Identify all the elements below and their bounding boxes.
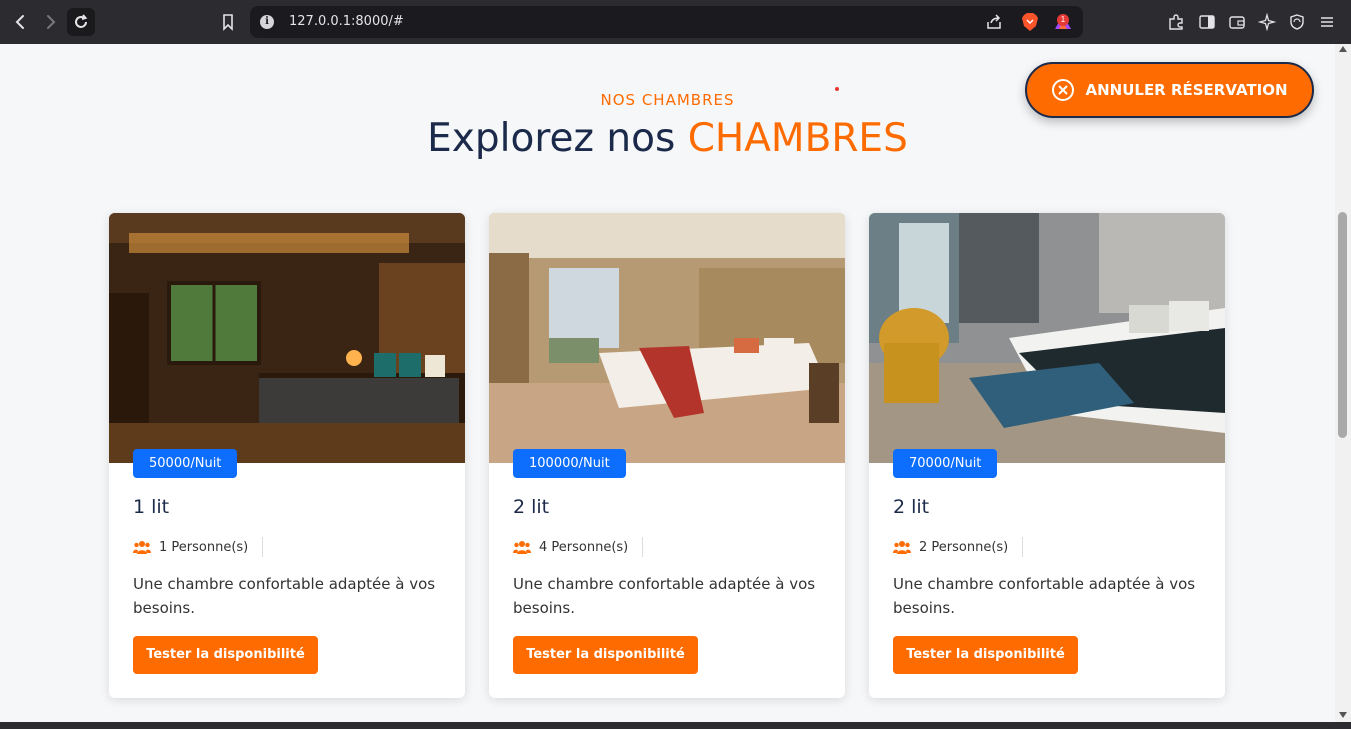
menu-icon[interactable]: [1317, 12, 1337, 32]
price-badge: 50000/Nuit: [133, 449, 238, 478]
info-icon[interactable]: i: [260, 15, 274, 29]
page-scrollbar[interactable]: [1335, 44, 1351, 722]
brave-rewards-icon[interactable]: 1: [1053, 12, 1073, 32]
title-accent: CHAMBRES: [687, 116, 908, 161]
room-description: Une chambre confortable adaptée à vos be…: [133, 575, 436, 617]
room-description: Une chambre confortable adaptée à vos be…: [893, 575, 1196, 617]
brave-shield-icon[interactable]: [1021, 12, 1039, 32]
url-text[interactable]: 127.0.0.1:8000/#: [289, 14, 404, 29]
room-image: [109, 213, 465, 463]
users-icon: [893, 541, 911, 554]
sidebar-icon[interactable]: [1197, 12, 1217, 32]
room-capacity: 2 Personne(s): [893, 537, 1024, 557]
forward-icon[interactable]: [38, 10, 62, 34]
room-image: [869, 213, 1225, 463]
notification-badge: 1: [1057, 14, 1069, 26]
check-availability-button[interactable]: Tester la disponibilité: [513, 636, 698, 674]
room-card: 50000/Nuit 1 lit 1 Personne(s) Une chamb…: [109, 213, 465, 698]
check-availability-button[interactable]: Tester la disponibilité: [133, 636, 318, 674]
room-image: [489, 213, 845, 463]
cancel-reservation-button[interactable]: ANNULER RÉSERVATION: [1025, 62, 1314, 118]
room-card: 70000/Nuit 2 lit 2 Personne(s) Une chamb…: [869, 213, 1225, 698]
browser-toolbar: i 127.0.0.1:8000/# 1: [0, 0, 1351, 44]
extensions-icon[interactable]: [1166, 12, 1186, 32]
users-icon: [133, 541, 151, 554]
leo-icon[interactable]: [1257, 12, 1277, 32]
price-badge: 100000/Nuit: [513, 449, 626, 478]
scroll-up-arrow[interactable]: [1339, 46, 1347, 52]
decorative-dot: [835, 87, 839, 91]
title-prefix: Explorez nos: [427, 116, 676, 161]
bookmark-icon[interactable]: [216, 10, 240, 34]
users-icon: [513, 541, 531, 554]
window-bottom-edge: [0, 722, 1351, 729]
price-badge: 70000/Nuit: [893, 449, 998, 478]
check-availability-button[interactable]: Tester la disponibilité: [893, 636, 1078, 674]
room-capacity: 1 Personne(s): [133, 537, 264, 557]
page-content: NOS CHAMBRES Explorez nos CHAMBRES ANNUL…: [0, 44, 1335, 722]
section-title: Explorez nos CHAMBRES: [0, 116, 1335, 161]
back-icon[interactable]: [9, 10, 33, 34]
divider: [262, 537, 264, 557]
room-beds: 1 lit: [133, 496, 170, 518]
share-icon[interactable]: [985, 13, 1003, 36]
room-beds: 2 lit: [513, 496, 550, 518]
close-circle-icon: [1052, 79, 1075, 101]
reload-icon[interactable]: [67, 8, 95, 36]
scroll-thumb[interactable]: [1338, 212, 1347, 438]
room-capacity: 4 Personne(s): [513, 537, 644, 557]
room-capacity-text: 2 Personne(s): [919, 539, 1009, 555]
address-bar[interactable]: i 127.0.0.1:8000/# 1: [250, 6, 1083, 38]
vpn-icon[interactable]: [1287, 12, 1307, 32]
divider: [1022, 537, 1024, 557]
room-capacity-text: 1 Personne(s): [159, 539, 249, 555]
room-beds: 2 lit: [893, 496, 930, 518]
wallet-icon[interactable]: [1227, 12, 1247, 32]
room-card: 100000/Nuit 2 lit 4 Personne(s) Une cham…: [489, 213, 845, 698]
room-capacity-text: 4 Personne(s): [539, 539, 629, 555]
room-description: Une chambre confortable adaptée à vos be…: [513, 575, 816, 617]
scroll-down-arrow[interactable]: [1339, 712, 1347, 718]
divider: [642, 537, 644, 557]
cancel-reservation-label: ANNULER RÉSERVATION: [1085, 81, 1288, 99]
